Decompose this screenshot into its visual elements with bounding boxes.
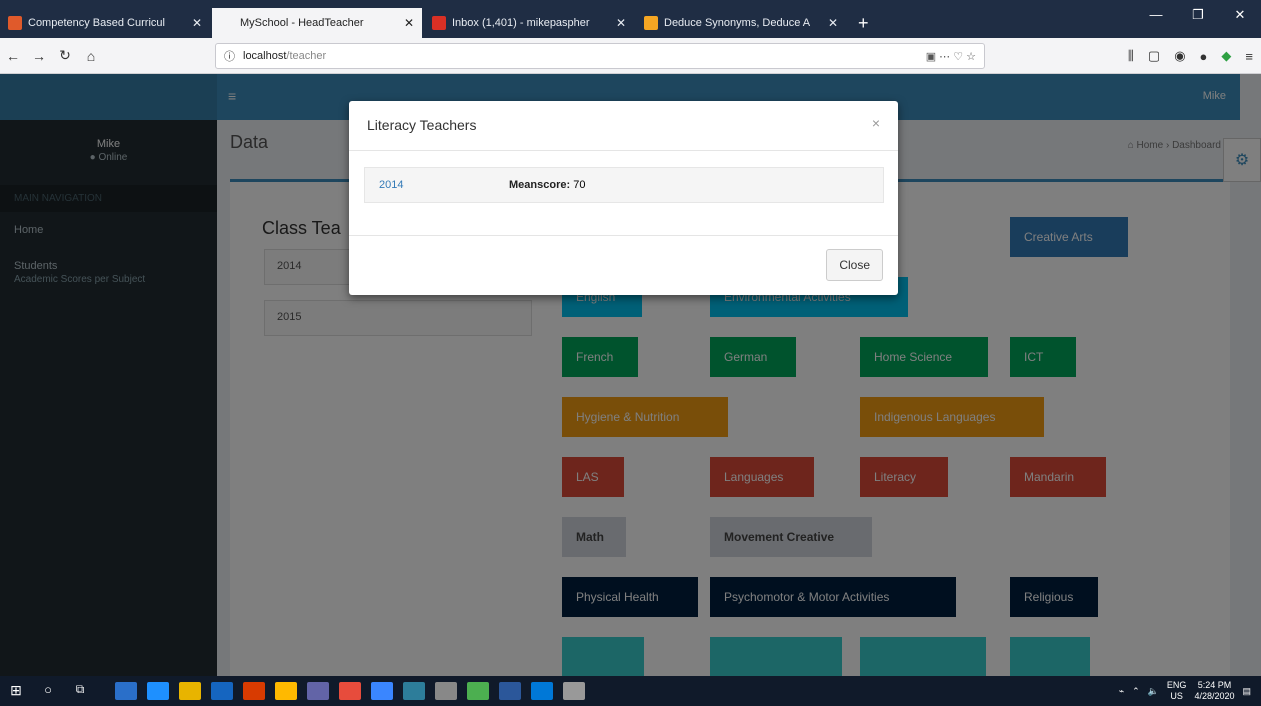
task-view-icon[interactable]: ⧉: [69, 682, 91, 700]
taskbar-app-icon[interactable]: [307, 682, 329, 700]
tab-title: Deduce Synonyms, Deduce A: [664, 17, 811, 29]
browser-tab[interactable]: Inbox (1,401) - mikepaspher ✕: [424, 8, 634, 38]
taskbar-app-icon[interactable]: [179, 682, 201, 700]
forward-icon[interactable]: →: [26, 48, 52, 64]
menu-icon[interactable]: ≡: [1245, 49, 1253, 64]
windows-start-icon[interactable]: ⊞: [5, 682, 27, 700]
language-indicator[interactable]: ENG US: [1167, 680, 1187, 702]
browser-tab[interactable]: Deduce Synonyms, Deduce A ✕: [636, 8, 846, 38]
literacy-teachers-modal: Literacy Teachers × 2014 Meanscore: 70 C…: [349, 101, 898, 295]
os-taskbar: ⊞ ○ ⧉ ⌁ ⌃ 🔈 ENG US 5:24 PM 4/28/2020 ▤: [0, 676, 1261, 706]
tab-favicon-icon: [8, 16, 22, 30]
tab-title: Inbox (1,401) - mikepaspher: [452, 17, 590, 29]
lang-text: ENG: [1166, 680, 1187, 690]
tab-close-icon[interactable]: ✕: [616, 16, 626, 30]
meanscore-text: Meanscore: 70: [509, 179, 585, 191]
shield-icon[interactable]: ◆: [1221, 48, 1231, 64]
reload-icon[interactable]: ↻: [52, 47, 78, 64]
address-bar[interactable]: ⓘ localhost/teacher ▣ ⋯ ♡ ☆: [215, 43, 985, 69]
info-icon[interactable]: ⓘ: [224, 48, 235, 64]
tab-close-icon[interactable]: ✕: [404, 16, 414, 30]
page-actions[interactable]: ▣ ⋯ ♡ ☆: [926, 50, 976, 63]
close-icon[interactable]: ×: [872, 115, 880, 131]
taskbar-app-icon[interactable]: [435, 682, 457, 700]
web-page: ≡ Mike Mike ● Online MAIN NAVIGATION Hom…: [0, 74, 1261, 676]
tab-close-icon[interactable]: ✕: [828, 16, 838, 30]
tab-title: MySchool - HeadTeacher: [240, 17, 364, 29]
date-text: 4/28/2020: [1194, 691, 1235, 701]
browser-tab[interactable]: MySchool - HeadTeacher ✕: [212, 8, 422, 38]
tab-favicon-icon: [432, 16, 446, 30]
meanscore-label: Meanscore:: [509, 179, 571, 191]
browser-nav-bar: ← → ↻ ⌂ ⓘ localhost/teacher ▣ ⋯ ♡ ☆ ⫼ ▢ …: [0, 38, 1261, 74]
taskbar-app-icon[interactable]: [275, 682, 297, 700]
taskbar-app-icon[interactable]: [403, 682, 425, 700]
volume-icon[interactable]: 🔈: [1148, 686, 1159, 697]
system-tray: ⌁ ⌃ 🔈 ENG US 5:24 PM 4/28/2020 ▤: [1119, 676, 1261, 706]
modal-title: Literacy Teachers: [367, 117, 477, 133]
url-host: localhost: [243, 50, 287, 62]
taskbar-app-icon[interactable]: [499, 682, 521, 700]
library-icon[interactable]: ⫼: [1128, 48, 1134, 64]
account-icon[interactable]: ◉: [1174, 48, 1185, 64]
region-text: US: [1170, 691, 1183, 701]
tab-favicon-icon: [220, 16, 234, 30]
back-icon[interactable]: ←: [0, 48, 26, 64]
maximize-button[interactable]: ❐: [1177, 0, 1219, 30]
taskbar-app-icon[interactable]: [243, 682, 265, 700]
tab-title: Competency Based Curricul: [28, 17, 165, 29]
window-controls: — ❐ ✕: [1135, 0, 1261, 30]
browser-tab-strip: Competency Based Curricul ✕ MySchool - Hea…: [0, 0, 1261, 38]
network-icon[interactable]: ⌁: [1119, 686, 1124, 697]
tab-close-icon[interactable]: ✕: [192, 16, 202, 30]
chevron-up-icon[interactable]: ⌃: [1132, 686, 1140, 697]
minimize-button[interactable]: —: [1135, 0, 1177, 30]
taskbar-app-icon[interactable]: [211, 682, 233, 700]
time-text: 5:24 PM: [1197, 680, 1232, 690]
taskbar-app-icon[interactable]: [339, 682, 361, 700]
tab-favicon-icon: [644, 16, 658, 30]
new-tab-button[interactable]: +: [848, 8, 879, 38]
taskbar-app-icon[interactable]: [563, 682, 585, 700]
meanscore-value: 70: [570, 179, 586, 191]
modal-footer: Close: [349, 235, 898, 295]
close-window-button[interactable]: ✕: [1219, 0, 1261, 30]
notification-icon[interactable]: ▤: [1242, 686, 1251, 697]
url-path: /teacher: [286, 50, 327, 62]
teacher-year-link[interactable]: 2014: [379, 179, 509, 191]
close-button[interactable]: Close: [826, 249, 883, 281]
sidebar-icon[interactable]: ▢: [1148, 48, 1160, 64]
clock[interactable]: 5:24 PM 4/28/2020: [1194, 680, 1234, 702]
toolbar-icons: ⫼ ▢ ◉ ● ◆ ≡: [1128, 38, 1253, 74]
taskbar-app-icon[interactable]: [467, 682, 489, 700]
modal-header: Literacy Teachers ×: [349, 101, 898, 151]
browser-tab[interactable]: Competency Based Curricul ✕: [0, 8, 210, 38]
taskbar-app-icon[interactable]: [115, 682, 137, 700]
list-item: 2014 Meanscore: 70: [364, 167, 884, 203]
taskbar-app-icon[interactable]: [531, 682, 553, 700]
extension-icon[interactable]: ●: [1200, 49, 1208, 64]
home-icon[interactable]: ⌂: [78, 48, 104, 64]
search-icon[interactable]: ○: [37, 682, 59, 700]
taskbar-app-icon[interactable]: [147, 682, 169, 700]
taskbar-app-icon[interactable]: [371, 682, 393, 700]
